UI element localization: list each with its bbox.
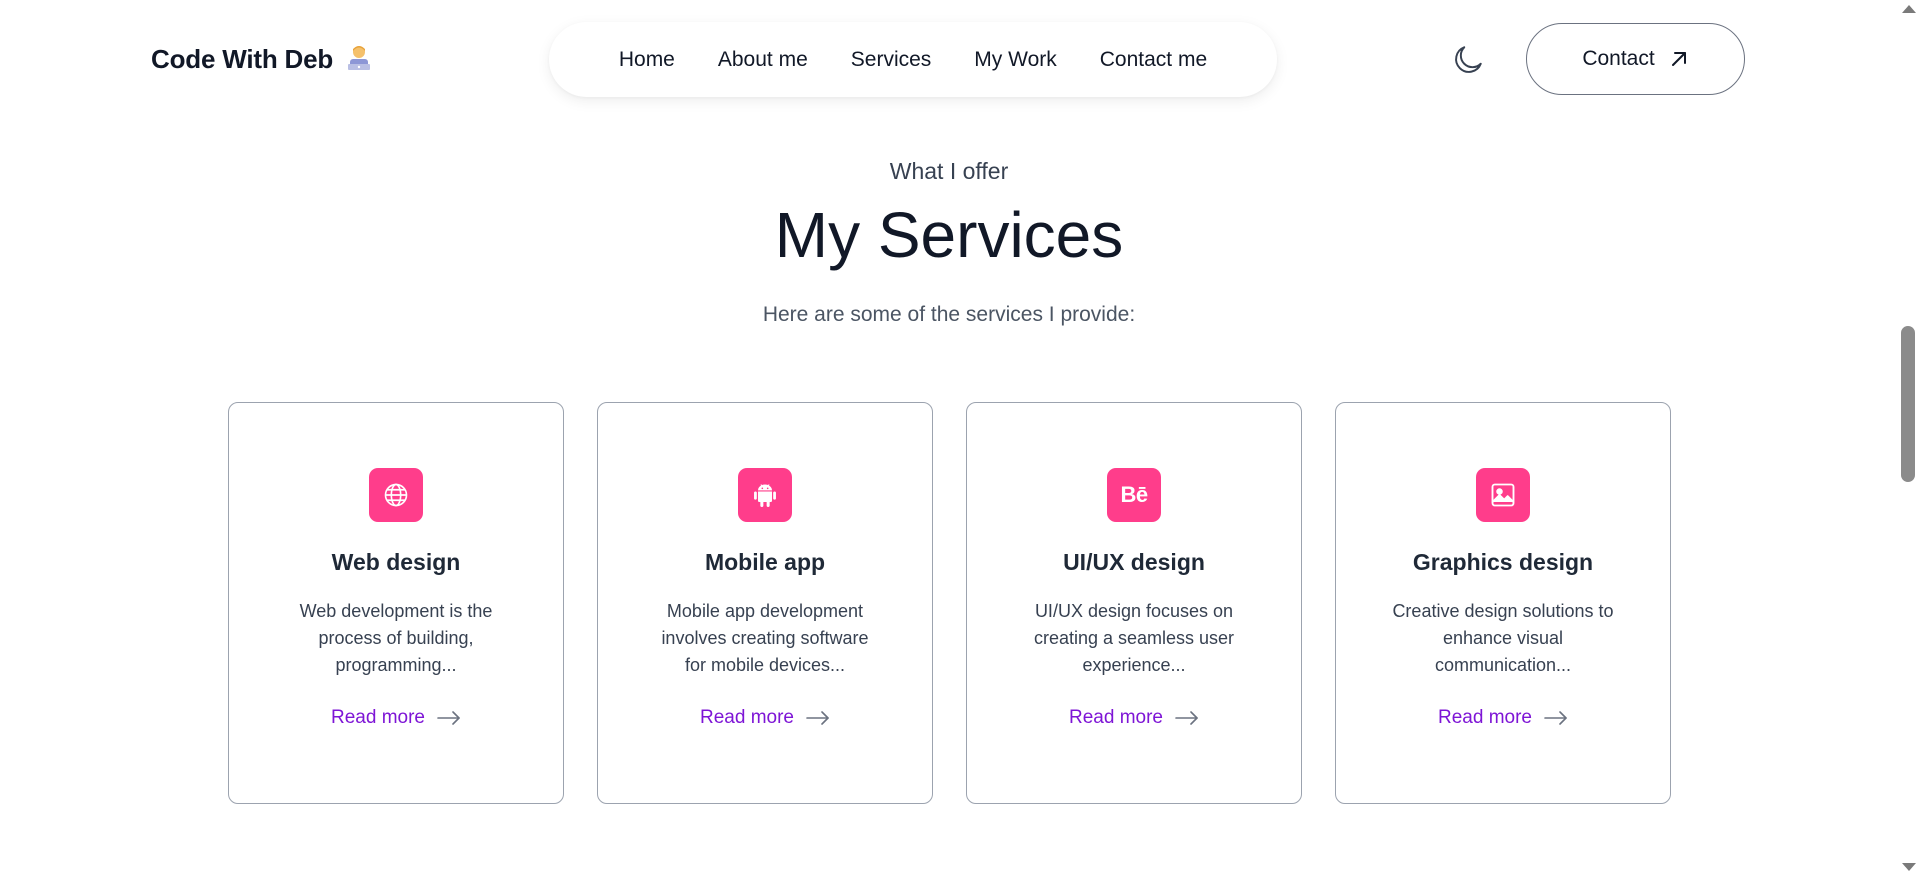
service-card-description: Web development is the process of buildi… bbox=[299, 601, 493, 675]
android-icon bbox=[738, 468, 792, 522]
service-card-graphics-design: Graphics design Creative design solution… bbox=[1335, 402, 1671, 804]
service-card-description: UI/UX design focuses on creating a seaml… bbox=[1033, 601, 1235, 675]
read-more-link[interactable]: Read more bbox=[331, 707, 461, 729]
section-eyebrow: What I offer bbox=[889, 158, 1009, 184]
read-more-link[interactable]: Read more bbox=[1069, 707, 1199, 729]
nav-about-me[interactable]: About me bbox=[718, 48, 808, 72]
service-card-ui-ux-design: Bē UI/UX design UI/UX design focuses on … bbox=[966, 402, 1302, 804]
globe-icon bbox=[369, 468, 423, 522]
logo-text: Code With Deb bbox=[151, 44, 334, 74]
contact-button[interactable]: Contact bbox=[1526, 23, 1745, 95]
arrow-right-icon bbox=[806, 711, 829, 725]
section-subtitle: Here are some of the services I provide: bbox=[762, 303, 1136, 326]
read-more-label: Read more bbox=[1438, 707, 1532, 728]
page: Code With Deb Home About me Services My … bbox=[0, 0, 1919, 876]
services-grid: Web design Web development is the proces… bbox=[228, 402, 1671, 804]
nav-contact-me[interactable]: Contact me bbox=[1100, 48, 1207, 72]
read-more-link[interactable]: Read more bbox=[700, 707, 830, 729]
read-more-label: Read more bbox=[331, 707, 425, 728]
service-card-title: Mobile app bbox=[704, 549, 826, 575]
read-more-label: Read more bbox=[700, 707, 794, 728]
arrow-right-icon bbox=[437, 711, 460, 725]
behance-icon-text: Bē bbox=[1120, 482, 1148, 507]
service-card-description: Mobile app development involves creating… bbox=[661, 601, 869, 675]
service-card-title: UI/UX design bbox=[1063, 549, 1205, 575]
read-more-label: Read more bbox=[1069, 707, 1163, 728]
nav-home[interactable]: Home bbox=[619, 48, 675, 72]
theme-toggle-button[interactable] bbox=[1448, 40, 1488, 80]
arrow-right-icon bbox=[1175, 711, 1198, 725]
service-card-mobile-app: Mobile app Mobile app development involv… bbox=[597, 402, 933, 804]
behance-icon: Bē bbox=[1107, 468, 1161, 522]
arrow-up-right-icon bbox=[1671, 52, 1686, 66]
site-logo[interactable]: Code With Deb bbox=[151, 44, 372, 75]
service-card-title: Graphics design bbox=[1412, 549, 1594, 575]
contact-button-label: Contact bbox=[1582, 47, 1655, 70]
service-card-description: Creative design solutions to enhance vis… bbox=[1392, 601, 1614, 675]
main-nav: Home About me Services My Work Contact m… bbox=[549, 22, 1277, 97]
scroll-up-arrow-icon[interactable] bbox=[1902, 5, 1916, 13]
scrollbar-thumb[interactable] bbox=[1901, 326, 1915, 482]
scroll-down-arrow-icon[interactable] bbox=[1902, 863, 1916, 871]
technologist-emoji-icon bbox=[346, 44, 372, 72]
nav-my-work[interactable]: My Work bbox=[974, 48, 1056, 72]
arrow-right-icon bbox=[1544, 711, 1567, 725]
nav-services[interactable]: Services bbox=[851, 48, 932, 72]
vertical-scrollbar[interactable] bbox=[1898, 0, 1919, 876]
read-more-link[interactable]: Read more bbox=[1438, 707, 1568, 729]
service-card-web-design: Web design Web development is the proces… bbox=[228, 402, 564, 804]
service-card-title: Web design bbox=[331, 549, 461, 575]
moon-icon bbox=[1455, 46, 1482, 73]
image-icon bbox=[1476, 468, 1530, 522]
section-title: My Services bbox=[774, 199, 1124, 271]
